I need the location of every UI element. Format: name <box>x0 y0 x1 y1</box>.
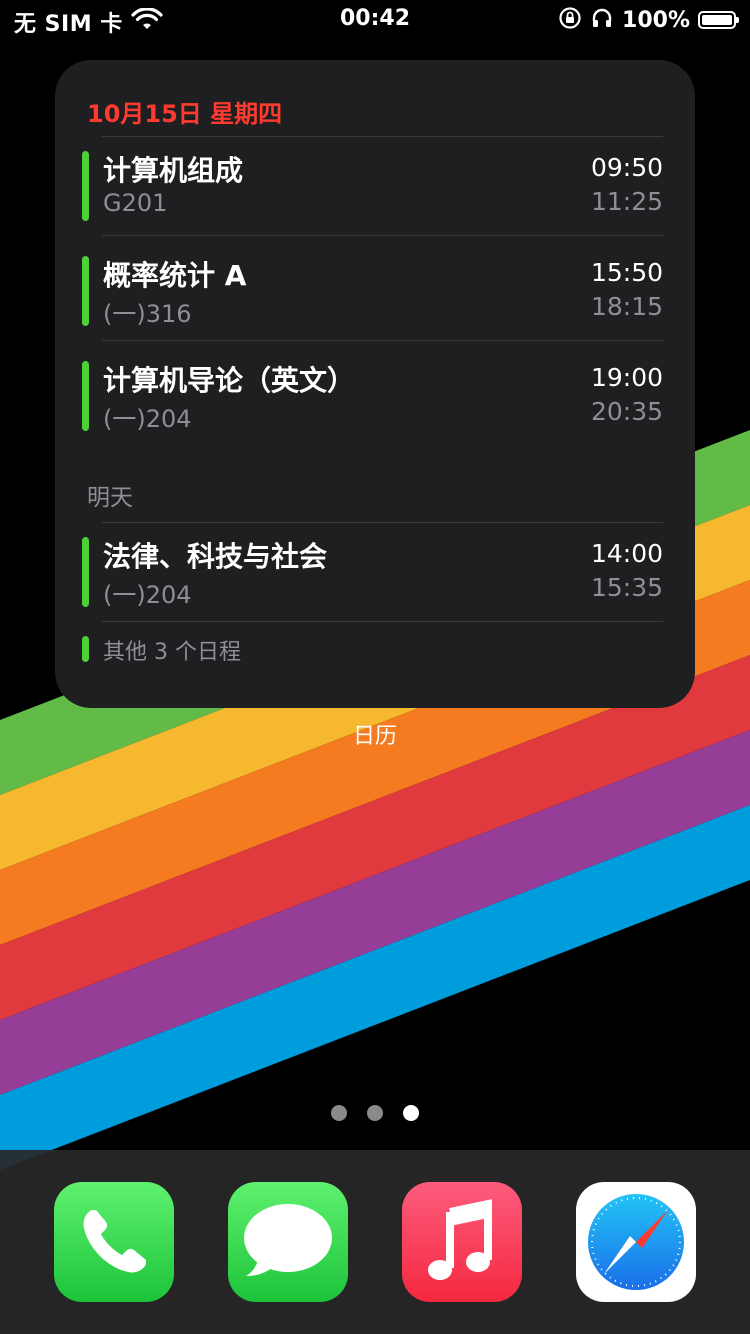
event-location: (一)204 <box>103 405 192 433</box>
page-indicator[interactable] <box>0 1105 750 1121</box>
headphones-icon <box>590 6 614 34</box>
page-dot-active[interactable] <box>403 1105 419 1121</box>
event-location: (一)316 <box>103 300 192 328</box>
divider <box>102 235 663 236</box>
tomorrow-label: 明天 <box>87 485 133 511</box>
event-color-bar <box>82 361 89 431</box>
battery-percent: 100% <box>622 7 690 33</box>
calendar-widget[interactable]: 10月15日 星期四 计算机组成 G201 09:50 11:25 概率统计 A… <box>55 60 695 708</box>
status-right: 100% <box>558 6 739 34</box>
event-title: 计算机组成 <box>103 154 244 187</box>
event-color-bar <box>82 537 89 607</box>
event-start-time: 15:50 <box>590 258 663 287</box>
event-row[interactable]: 计算机组成 G201 09:50 11:25 <box>82 151 663 223</box>
music-app-icon[interactable] <box>402 1182 522 1302</box>
safari-app-icon[interactable] <box>576 1182 696 1302</box>
divider <box>102 136 663 137</box>
event-color-bar <box>82 636 89 662</box>
event-end-time: 18:15 <box>590 292 663 321</box>
event-row[interactable]: 计算机导论（英文） (一)204 19:00 20:35 <box>82 361 663 433</box>
event-location: G201 <box>103 189 168 217</box>
event-start-time: 09:50 <box>590 153 663 182</box>
battery-icon <box>698 11 739 29</box>
event-row[interactable]: 法律、科技与社会 (一)204 14:00 15:35 <box>82 537 663 609</box>
phone-app-icon[interactable] <box>54 1182 174 1302</box>
battery-fill <box>702 15 732 25</box>
dock <box>0 1150 750 1334</box>
widget-caption: 日历 <box>352 724 397 749</box>
event-end-time: 15:35 <box>590 573 663 602</box>
event-row[interactable]: 概率统计 A (一)316 15:50 18:15 <box>82 256 663 328</box>
event-end-time: 11:25 <box>590 187 663 216</box>
event-color-bar <box>82 256 89 326</box>
event-location: (一)204 <box>103 581 192 609</box>
event-start-time: 14:00 <box>590 539 663 568</box>
event-title: 概率统计 A <box>103 259 247 292</box>
page-dot[interactable] <box>331 1105 347 1121</box>
more-events-text: 其他 3 个日程 <box>103 640 241 665</box>
divider <box>102 340 663 341</box>
orientation-lock-icon <box>558 6 582 34</box>
status-bar: 无 SIM 卡 00:42 100% <box>0 0 750 40</box>
event-end-time: 20:35 <box>590 397 663 426</box>
event-title: 法律、科技与社会 <box>103 540 328 573</box>
widget-date-header: 10月15日 星期四 <box>87 100 283 128</box>
event-title: 计算机导论（英文） <box>103 364 356 397</box>
event-start-time: 19:00 <box>590 363 663 392</box>
divider <box>102 621 663 622</box>
page-dot[interactable] <box>367 1105 383 1121</box>
divider <box>102 522 663 523</box>
messages-app-icon[interactable] <box>228 1182 348 1302</box>
event-color-bar <box>82 151 89 221</box>
